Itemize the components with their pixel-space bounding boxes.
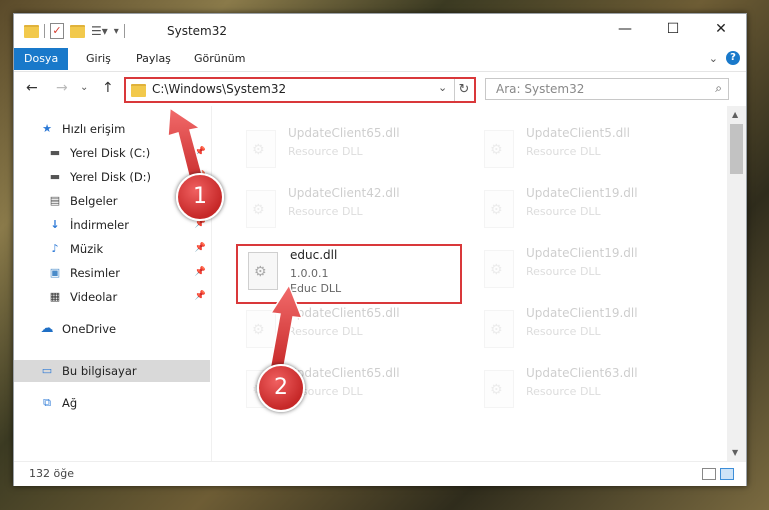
step-badge-2: 2 — [257, 364, 305, 412]
annotation-overlay — [167, 106, 304, 373]
arrow-2 — [269, 283, 304, 373]
step-badge-1: 1 — [176, 173, 224, 221]
